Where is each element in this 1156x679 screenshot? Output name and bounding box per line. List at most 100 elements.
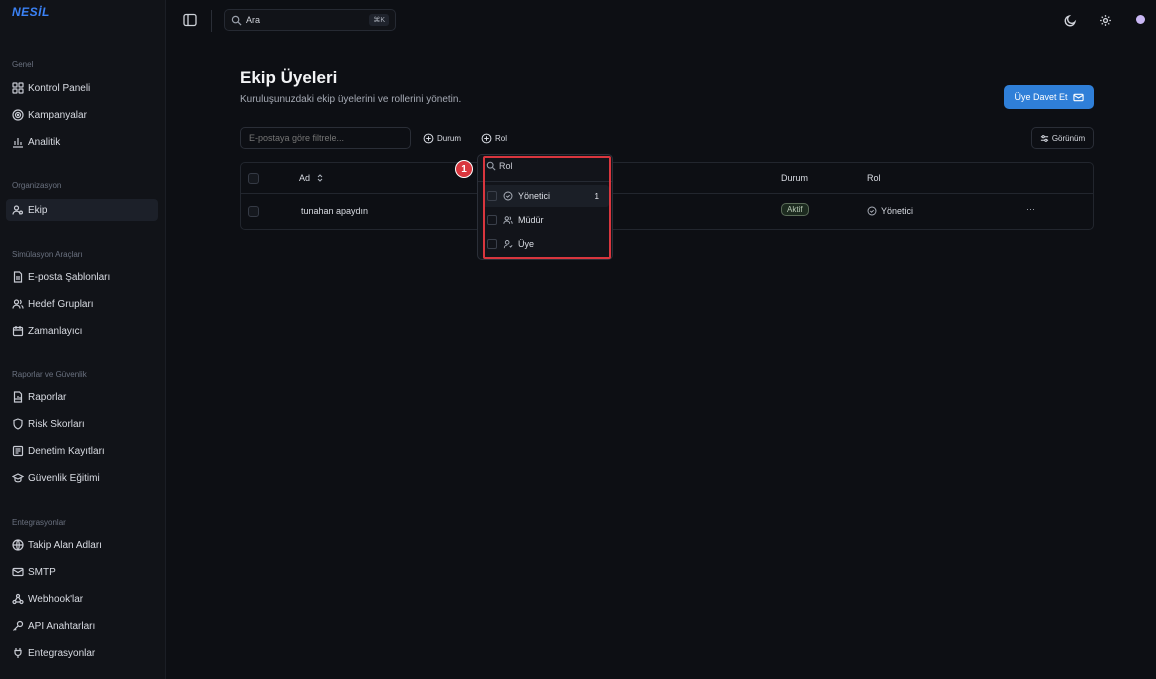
shield-icon [13, 418, 23, 430]
sidebar-item-label: Raporlar [28, 391, 67, 403]
role-filter-button[interactable]: Rol [481, 129, 507, 147]
moon-icon[interactable] [1064, 14, 1077, 27]
dropdown-divider [478, 181, 612, 182]
globe-icon [12, 539, 24, 551]
sidebar-item-risk-scores[interactable]: Risk Skorları [6, 413, 158, 435]
section-title-simulation: Simülasyon Araçları [12, 250, 83, 259]
view-options-label: Görünüm [1051, 133, 1086, 143]
status-filter-button[interactable]: Durum [423, 129, 461, 147]
plug-icon [14, 648, 22, 658]
sidebar-item-analytics[interactable]: Analitik [6, 131, 158, 153]
section-title-general: Genel [12, 60, 34, 69]
annotation-step-marker: 1 [455, 160, 473, 178]
sidebar-item-label: Güvenlik Eğitimi [28, 472, 100, 484]
column-header-role: Rol [867, 173, 881, 183]
role-search-value: Rol [499, 161, 513, 171]
role-search-input[interactable]: Rol [486, 161, 513, 171]
role-option-label: Üye [518, 239, 535, 249]
role-option-label: Müdür [518, 215, 544, 225]
sidebar: NESİL Genel Kontrol Paneli Kampanyalar A… [0, 0, 166, 679]
search-input[interactable]: Ara ⌘K [224, 9, 396, 31]
shield-check-icon [867, 206, 877, 216]
sidebar-item-label: SMTP [28, 566, 56, 578]
column-header-name[interactable]: Ad [299, 173, 324, 183]
sidebar-item-label: Denetim Kayıtları [28, 445, 105, 457]
page-title: Ekip Üyeleri [240, 68, 338, 87]
shield-check-icon [503, 191, 513, 201]
sidebar-item-api-keys[interactable]: API Anahtarları [6, 615, 158, 637]
sidebar-item-reports[interactable]: Raporlar [6, 386, 158, 408]
sidebar-item-label: Ekip [28, 204, 48, 216]
option-checkbox[interactable] [487, 191, 497, 201]
members-table: Ad Durum Rol tunahan apaydın Aktif Yönet… [240, 162, 1094, 230]
sidebar-item-label: Webhook'lar [28, 593, 84, 605]
role-option-admin[interactable]: Yönetici 1 [483, 185, 609, 207]
topbar: Ara ⌘K [166, 0, 1156, 44]
webhook-icon [12, 593, 24, 605]
member-role: Yönetici [867, 206, 913, 216]
search-shortcut: ⌘K [369, 14, 389, 26]
key-icon [13, 620, 24, 631]
role-filter-label: Rol [495, 133, 508, 143]
gear-icon[interactable] [1099, 14, 1112, 27]
sidebar-item-integrations[interactable]: Entegrasyonlar [6, 642, 158, 664]
app-logo[interactable]: NESİL [12, 5, 50, 19]
team-icon [12, 205, 23, 215]
select-all-checkbox[interactable] [248, 173, 259, 184]
dashboard-icon [12, 82, 24, 94]
users-icon [12, 299, 24, 309]
sidebar-item-dashboard[interactable]: Kontrol Paneli [6, 77, 158, 99]
role-option-member[interactable]: Üye [483, 233, 609, 255]
sidebar-item-scheduler[interactable]: Zamanlayıcı [6, 320, 158, 342]
search-placeholder: Ara [246, 15, 261, 25]
search-icon [486, 161, 496, 171]
sidebar-item-smtp[interactable]: SMTP [6, 561, 158, 583]
logs-icon [12, 445, 24, 457]
row-actions-button[interactable]: ··· [1026, 204, 1035, 214]
invite-member-button[interactable]: Üye Davet Et [1004, 85, 1094, 109]
topbar-divider [211, 10, 212, 32]
report-icon [13, 391, 23, 403]
mail-icon [12, 567, 24, 577]
sidebar-toggle-icon[interactable] [182, 12, 198, 28]
option-checkbox[interactable] [487, 215, 497, 225]
sort-icon [317, 174, 323, 182]
sidebar-item-team[interactable]: Ekip [6, 199, 158, 221]
sidebar-item-campaigns[interactable]: Kampanyalar [6, 104, 158, 126]
sidebar-item-label: Entegrasyonlar [28, 647, 96, 659]
page-subtitle: Kuruluşunuzdaki ekip üyelerini ve roller… [240, 94, 462, 105]
option-checkbox[interactable] [487, 239, 497, 249]
plus-circle-icon [481, 133, 492, 143]
row-checkbox[interactable] [248, 206, 259, 217]
user-icon [503, 240, 513, 249]
section-title-reports: Raporlar ve Güvenlik [12, 370, 87, 379]
target-icon [12, 109, 24, 121]
invite-member-label: Üye Davet Et [1014, 92, 1068, 102]
role-option-manager[interactable]: Müdür [483, 209, 609, 231]
sidebar-item-audit-logs[interactable]: Denetim Kayıtları [6, 440, 158, 462]
sidebar-item-email-templates[interactable]: E-posta Şablonları [6, 266, 158, 288]
sidebar-item-label: Takip Alan Adları [28, 539, 102, 551]
bar-chart-icon [13, 138, 23, 148]
status-filter-label: Durum [437, 133, 462, 143]
sidebar-item-label: Hedef Grupları [28, 298, 94, 310]
role-option-count: 1 [594, 191, 599, 201]
member-role-label: Yönetici [881, 206, 914, 216]
avatar[interactable] [1136, 15, 1145, 24]
mail-icon [1072, 93, 1084, 101]
sidebar-item-webhooks[interactable]: Webhook'lar [6, 588, 158, 610]
member-name: tunahan apaydın [301, 206, 369, 216]
view-options-button[interactable]: Görünüm [1031, 127, 1094, 149]
email-filter-input[interactable] [240, 127, 411, 149]
calendar-icon [12, 326, 24, 337]
plus-circle-icon [423, 133, 434, 143]
table-row: tunahan apaydın Aktif Yönetici ··· [241, 194, 1093, 230]
sidebar-item-label: Kampanyalar [28, 109, 87, 121]
document-icon [13, 271, 23, 283]
sidebar-item-label: Zamanlayıcı [28, 325, 83, 337]
section-title-integrations: Entegrasyonlar [12, 518, 66, 527]
sidebar-item-target-groups[interactable]: Hedef Grupları [6, 293, 158, 315]
graduation-cap-icon [12, 473, 24, 483]
sidebar-item-security-training[interactable]: Güvenlik Eğitimi [6, 467, 158, 489]
sidebar-item-tracking-domains[interactable]: Takip Alan Adları [6, 534, 158, 556]
